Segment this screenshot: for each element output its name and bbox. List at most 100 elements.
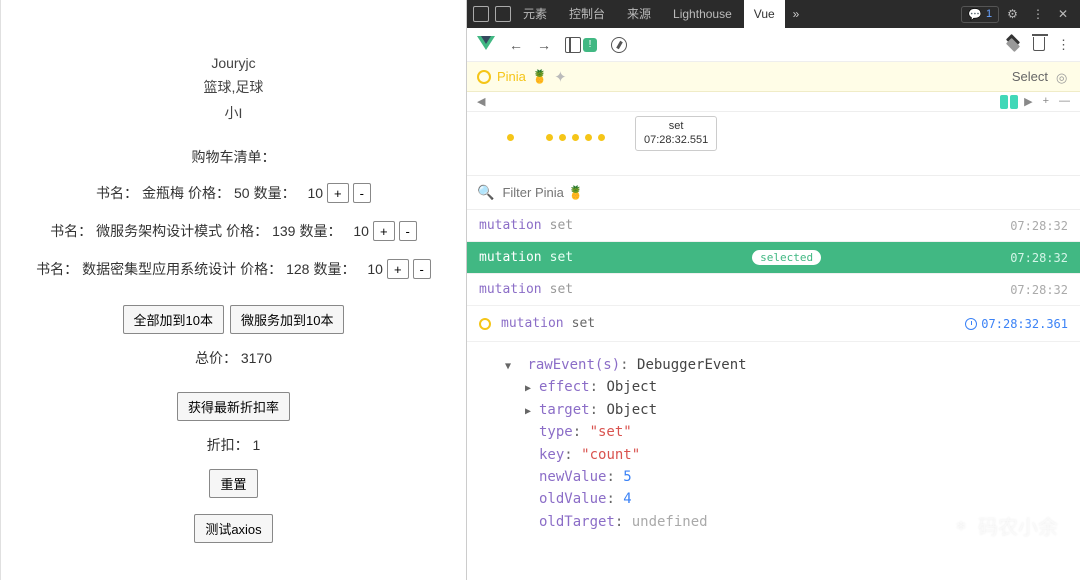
tab-elements[interactable]: 元素 bbox=[513, 0, 557, 28]
more-tabs-icon[interactable]: » bbox=[787, 7, 806, 21]
tree-node[interactable]: oldValue: 4 bbox=[485, 488, 1062, 510]
book-name-value: 数据密集型应用系统设计 bbox=[82, 259, 236, 279]
forward-icon[interactable]: → bbox=[537, 37, 551, 53]
mutation-row-selected[interactable]: mutation set selected 07:28:32 bbox=[467, 242, 1080, 274]
get-discount-button[interactable]: 获得最新折扣率 bbox=[177, 392, 290, 421]
timeline-selection-marker[interactable] bbox=[1000, 95, 1008, 109]
total-value: 3170 bbox=[241, 350, 272, 366]
tab-lighthouse[interactable]: Lighthouse bbox=[663, 0, 742, 28]
book-qty-label: 数量： bbox=[313, 259, 355, 279]
cart-row-2: 书名： 数据密集型应用系统设计 价格： 128 数量： 10 + - bbox=[36, 259, 431, 279]
mutation-row[interactable]: mutation set 07:28:32 bbox=[467, 274, 1080, 306]
timeline-track[interactable]: set 07:28:32.551 bbox=[467, 112, 1080, 176]
more-menu-icon[interactable]: ⋮ bbox=[1026, 7, 1050, 21]
panel-icon[interactable] bbox=[565, 37, 581, 53]
watermark-text: 码农小余 bbox=[978, 511, 1058, 540]
mutation-kind: mutation bbox=[479, 250, 542, 265]
timeline-event-dot[interactable] bbox=[572, 134, 579, 141]
tree-node[interactable]: key: "count" bbox=[485, 444, 1062, 466]
book-price-label: 价格： bbox=[188, 183, 230, 203]
trash-icon[interactable] bbox=[1033, 37, 1045, 51]
pineapple-icon: 🍍 bbox=[532, 69, 548, 85]
zoom-in-icon[interactable]: + bbox=[1039, 95, 1053, 109]
filter-input[interactable] bbox=[502, 185, 1070, 200]
mutation-current-row[interactable]: mutation set 07:28:32.361 bbox=[467, 306, 1080, 342]
vue-logo-icon bbox=[477, 36, 495, 54]
nickname-text: 小I bbox=[225, 103, 243, 123]
pinia-breadcrumb-bar: Pinia 🍍 ✦ Select ◎ bbox=[467, 62, 1080, 92]
book-qty-value: 10 bbox=[367, 261, 383, 277]
caret-down-icon[interactable]: ▼ bbox=[505, 359, 515, 375]
compass-icon[interactable] bbox=[611, 37, 627, 53]
book-name-label: 书名： bbox=[36, 259, 78, 279]
timeline-event-dot[interactable] bbox=[559, 134, 566, 141]
messages-badge[interactable]: 💬 1 bbox=[961, 6, 999, 23]
watermark: ✻ 码农小余 bbox=[950, 511, 1058, 540]
total-label: 总价： bbox=[195, 350, 237, 366]
all-to-10-button[interactable]: 全部加到10本 bbox=[123, 305, 224, 334]
tree-node[interactable]: ▼ rawEvent(s): DebuggerEvent bbox=[485, 354, 1062, 376]
book-qty-label: 数量： bbox=[299, 221, 341, 241]
layers-icon[interactable] bbox=[1005, 37, 1021, 51]
timeline-event-dot[interactable] bbox=[507, 134, 514, 141]
mutation-time: 07:28:32 bbox=[1010, 219, 1068, 233]
close-devtools-icon[interactable]: ✕ bbox=[1052, 7, 1074, 21]
timeline-events-row bbox=[507, 134, 605, 141]
app-preview-pane: Jouryjc 篮球,足球 小I 购物车清单： 书名： 金瓶梅 价格： 50 数… bbox=[0, 0, 466, 580]
wechat-icon: ✻ bbox=[950, 515, 972, 537]
timeline-selection-marker[interactable] bbox=[1010, 95, 1018, 109]
tab-sources[interactable]: 来源 bbox=[617, 0, 661, 28]
tree-node[interactable]: newValue: 5 bbox=[485, 466, 1062, 488]
tree-node[interactable]: ▶target: Object bbox=[485, 399, 1062, 421]
select-link[interactable]: Select bbox=[1012, 69, 1048, 84]
book-price-value: 128 bbox=[286, 261, 309, 277]
pinia-store-icon bbox=[477, 70, 491, 84]
tooltip-label: set bbox=[644, 119, 708, 133]
dec-button-1[interactable]: - bbox=[399, 221, 417, 241]
inspect-icon[interactable] bbox=[473, 6, 489, 22]
caret-right-icon[interactable]: ▶ bbox=[525, 381, 535, 397]
discount-value: 1 bbox=[253, 437, 261, 453]
filter-bar: 🔍 bbox=[467, 176, 1080, 210]
pinia-label: Pinia bbox=[497, 69, 526, 84]
reset-button[interactable]: 重置 bbox=[209, 469, 257, 498]
inc-button-1[interactable]: + bbox=[373, 221, 395, 241]
visibility-off-icon[interactable]: ◎ bbox=[1056, 70, 1070, 84]
book-price-label: 价格： bbox=[240, 259, 282, 279]
microservice-to-10-button[interactable]: 微服务加到10本 bbox=[230, 305, 344, 334]
book-name-value: 金瓶梅 bbox=[142, 183, 184, 203]
tree-node[interactable]: ▶effect: Object bbox=[485, 376, 1062, 398]
cart-row-0: 书名： 金瓶梅 价格： 50 数量： 10 + - bbox=[96, 183, 371, 203]
alert-badge-icon[interactable]: ! bbox=[583, 38, 597, 52]
tree-node[interactable]: type: "set" bbox=[485, 421, 1062, 443]
dec-button-2[interactable]: - bbox=[413, 259, 431, 279]
mutation-time-link[interactable]: 07:28:32.361 bbox=[965, 317, 1068, 331]
tab-console[interactable]: 控制台 bbox=[559, 0, 615, 28]
mutation-list: mutation set 07:28:32 mutation set selec… bbox=[467, 210, 1080, 342]
test-axios-button[interactable]: 测试axios bbox=[194, 514, 272, 543]
devtools-top-tabbar: 元素 控制台 来源 Lighthouse Vue » 💬 1 ⚙ ⋮ ✕ bbox=[467, 0, 1080, 28]
device-toggle-icon[interactable] bbox=[495, 6, 511, 22]
book-qty-value: 10 bbox=[307, 185, 323, 201]
inc-button-0[interactable]: + bbox=[327, 183, 349, 203]
zoom-out-icon[interactable]: — bbox=[1055, 95, 1074, 109]
tab-vue[interactable]: Vue bbox=[744, 0, 785, 28]
kebab-menu-icon[interactable]: ⋮ bbox=[1057, 37, 1070, 53]
timeline-event-dot[interactable] bbox=[546, 134, 553, 141]
mutation-kind: mutation bbox=[501, 316, 564, 331]
clock-icon bbox=[965, 318, 977, 330]
settings-icon[interactable]: ⚙ bbox=[1001, 7, 1024, 21]
mutation-op: set bbox=[572, 316, 595, 331]
inc-button-2[interactable]: + bbox=[387, 259, 409, 279]
mutation-op: set bbox=[550, 218, 573, 233]
timeline-nav-right-icon[interactable]: ▶ bbox=[1020, 95, 1036, 109]
mutation-time: 07:28:32 bbox=[1010, 283, 1068, 297]
back-icon[interactable]: ← bbox=[509, 37, 523, 53]
mutation-row[interactable]: mutation set 07:28:32 bbox=[467, 210, 1080, 242]
book-qty-label: 数量： bbox=[254, 183, 296, 203]
caret-right-icon[interactable]: ▶ bbox=[525, 404, 535, 420]
timeline-event-dot[interactable] bbox=[598, 134, 605, 141]
timeline-event-dot[interactable] bbox=[585, 134, 592, 141]
dec-button-0[interactable]: - bbox=[353, 183, 371, 203]
timeline-nav-left-icon[interactable]: ◀ bbox=[473, 95, 489, 108]
